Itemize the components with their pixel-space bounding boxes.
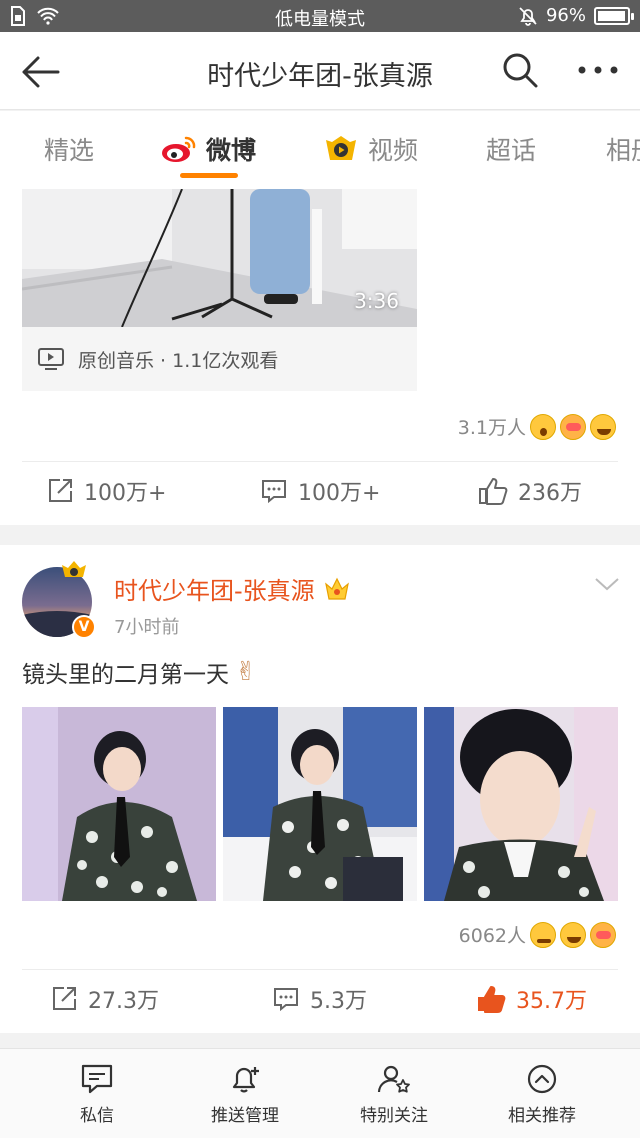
chevron-up-circle-icon [527,1064,557,1094]
weibo-post-card: V 时代少年团-张真源 7小时前 镜头里的二月第一天 ✌ 6062人 27.3万… [0,545,640,1033]
repost-icon [49,479,72,502]
crown-vip-icon [324,577,349,600]
nav-header: 时代少年团-张真源 [0,32,640,110]
comment-button[interactable]: 100万+ [260,475,380,507]
video-play-icon [326,136,356,160]
tab-label: 精选 [44,136,95,165]
thumbs-up-icon [479,478,508,505]
bell-off-icon [519,6,537,26]
back-arrow-icon[interactable] [18,52,62,92]
post-photo[interactable] [223,707,417,901]
person-star-icon [377,1065,410,1093]
battery-percent: 96% [545,5,586,26]
video-duration: 3:36 [354,289,399,313]
tab-label: 微博 [206,136,257,165]
reactions-summary[interactable]: 3.1万人 [458,413,616,440]
status-bar: 低电量模式 96% [0,0,640,32]
nav-push-management[interactable]: 推送管理 [185,1063,305,1126]
battery-icon [594,6,634,25]
comment-count: 100万+ [298,481,381,506]
victory-hand-emoji: ✌ [235,657,257,687]
message-icon [81,1064,113,1094]
nav-related-recommendations[interactable]: 相关推荐 [482,1063,602,1126]
nav-label: 特别关注 [360,1106,428,1126]
reaction-count: 3.1万人 [457,417,526,439]
avatar-pendant-icon [62,561,86,577]
kiss-emoji-icon [590,921,616,948]
like-count: 236万 [518,481,582,506]
more-options-icon[interactable] [576,58,620,82]
tab-featured[interactable]: 精选 [44,131,94,167]
tab-video[interactable]: 视频 [322,131,418,167]
reactions-summary[interactable]: 6062人 [459,921,616,948]
tab-super-topic[interactable]: 超话 [486,131,536,167]
bottom-action-bar: 私信 推送管理 特别关注 相关推荐 [0,1048,640,1138]
nav-label: 推送管理 [211,1106,279,1126]
profile-tabs: 精选 微博 视频 超话 相册 [0,111,640,189]
nav-private-message[interactable]: 私信 [37,1063,157,1126]
tab-label: 超话 [486,136,537,165]
status-icons-right: 96% [518,5,634,26]
repost-button[interactable]: 100万+ [46,475,166,507]
verified-badge: V [72,615,96,639]
video-screen-icon [38,348,64,370]
post-actions: 100万+ 100万+ 236万 [0,461,640,523]
repost-count: 100万+ [84,481,167,506]
video-caption-bar[interactable]: 原创音乐 · 1.1亿次观看 [22,327,417,391]
nav-label: 相关推荐 [508,1106,576,1126]
tab-label: 视频 [368,136,419,165]
like-button[interactable]: 35.7万 [476,983,587,1015]
reaction-count: 6062人 [458,925,526,947]
tab-album[interactable]: 相册 [606,131,640,167]
post-photo[interactable] [424,707,618,901]
chevron-down-icon[interactable] [594,575,620,593]
bell-plus-icon [232,1067,259,1093]
thumbs-up-filled-icon [478,986,506,1013]
post-photo[interactable] [22,707,216,901]
weibo-post-card: 3:36 原创音乐 · 1.1亿次观看 3.1万人 100万+ 100万+ 23… [0,189,640,525]
author-name[interactable]: 时代少年团-张真源 [114,571,351,606]
like-button[interactable]: 236万 [478,475,582,507]
photo-image [22,707,216,901]
comment-button[interactable]: 5.3万 [272,983,367,1015]
active-tab-indicator [180,173,238,178]
post-text-content: 镜头里的二月第一天 [22,662,229,688]
weibo-logo-icon [162,136,196,162]
page-title: 时代少年团-张真源 [207,61,433,92]
kiss-emoji-icon [560,413,586,440]
repost-count: 27.3万 [88,989,159,1014]
like-count: 35.7万 [516,989,587,1014]
surprised-emoji-icon [530,413,556,440]
post-actions: 27.3万 5.3万 35.7万 [0,969,640,1031]
author-name-text: 时代少年团-张真源 [114,577,315,605]
sleepy-emoji-icon [530,921,556,948]
search-icon[interactable] [500,50,540,90]
laugh-emoji-icon [560,921,586,948]
nav-special-follow[interactable]: 特别关注 [334,1063,454,1126]
photo-image [223,707,417,901]
comment-icon [262,480,286,504]
comment-icon [274,988,298,1012]
repost-button[interactable]: 27.3万 [50,983,159,1015]
video-thumbnail[interactable]: 3:36 [22,189,417,327]
comment-count: 5.3万 [310,989,367,1014]
repost-icon [53,987,76,1010]
tab-weibo[interactable]: 微博 [160,131,256,167]
battery-fill [598,10,625,21]
post-text: 镜头里的二月第一天 ✌ [22,655,257,689]
photo-image [424,707,618,901]
post-timestamp: 7小时前 [114,617,180,638]
tab-label: 相册 [606,136,640,165]
laugh-emoji-icon [590,413,616,440]
video-caption-text: 原创音乐 · 1.1亿次观看 [78,349,279,372]
nav-label: 私信 [80,1106,114,1126]
